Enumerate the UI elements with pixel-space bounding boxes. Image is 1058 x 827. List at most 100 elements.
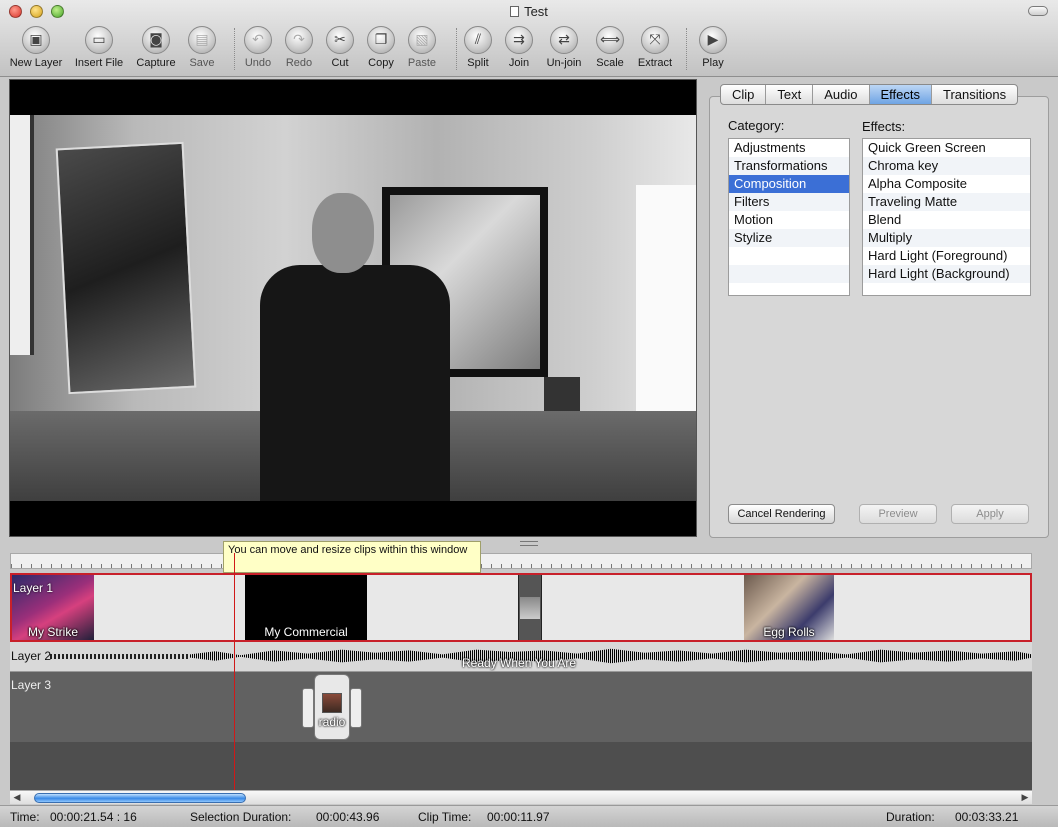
- video-frame: [10, 115, 696, 501]
- cancel-rendering-button[interactable]: Cancel Rendering: [728, 504, 835, 524]
- effects-label: Effects:: [862, 119, 906, 134]
- effect-item-chroma-key[interactable]: Chroma key: [863, 157, 1030, 175]
- layer-name: Layer 3: [11, 678, 52, 692]
- category-empty-row: [729, 265, 849, 283]
- effect-item-multiply[interactable]: Multiply: [863, 229, 1030, 247]
- scene-person-body: [260, 265, 450, 501]
- apply-button[interactable]: Apply: [951, 504, 1029, 524]
- scrollbar-thumb[interactable]: [34, 793, 246, 803]
- tooltip: You can move and resize clips within thi…: [223, 541, 481, 573]
- selection-duration-value: 00:00:43.96: [316, 810, 380, 824]
- clip-time-value: 00:00:11.97: [487, 810, 550, 824]
- clip-label: My Commercial: [264, 625, 348, 639]
- duration-label: Duration:: [886, 810, 935, 824]
- clip-label: Egg Rolls: [763, 625, 815, 639]
- effect-item-alpha-composite[interactable]: Alpha Composite: [863, 175, 1030, 193]
- category-item-stylize[interactable]: Stylize: [729, 229, 849, 247]
- insert-file-icon: ▭: [85, 26, 113, 54]
- time-value: 00:00:21.54 : 16: [50, 810, 137, 824]
- save-icon: ▤: [188, 26, 216, 54]
- timeline-horizontal-scrollbar[interactable]: ◀ ▶: [10, 790, 1032, 804]
- scene-poster: [55, 141, 197, 395]
- undo-icon: ↶: [244, 26, 272, 54]
- tab-text[interactable]: Text: [766, 85, 814, 104]
- window-title: Test: [524, 4, 548, 19]
- layer-name: Layer 1: [13, 581, 54, 595]
- category-item-adjustments[interactable]: Adjustments: [729, 139, 849, 157]
- clip-resize-handle-left[interactable]: [302, 688, 314, 728]
- clip-label: radio: [318, 715, 346, 729]
- clip-thumbnail: [520, 597, 540, 619]
- toolbar: ▣ New Layer ▭ Insert File ◙ Capture ▤ Sa…: [0, 24, 1058, 76]
- effect-item-hard-light-foreground[interactable]: Hard Light (Foreground): [863, 247, 1030, 265]
- paste-button[interactable]: ▧ Paste: [392, 26, 452, 69]
- window-title-bar: Test: [0, 4, 1058, 19]
- timeline-layer-3[interactable]: Layer 3 radio: [10, 672, 1032, 742]
- clip-time-label: Clip Time:: [418, 810, 472, 824]
- duration-value: 00:03:33.21: [955, 810, 1019, 824]
- redo-icon: ↷: [285, 26, 313, 54]
- extract-icon: ⤧: [641, 26, 669, 54]
- timeline-layer-1[interactable]: My Strike My Commercial Egg Rolls Layer …: [10, 573, 1032, 642]
- category-empty-row: [729, 247, 849, 265]
- effect-item-quick-green-screen[interactable]: Quick Green Screen: [863, 139, 1030, 157]
- join-icon: ⇉: [505, 26, 533, 54]
- audio-clip-label: Ready When You Are: [462, 656, 577, 670]
- tab-effects[interactable]: Effects: [869, 85, 933, 104]
- document-icon: [510, 6, 520, 17]
- scissors-icon: ✂: [326, 26, 354, 54]
- timeline-layer-2[interactable]: Ready When You Are Layer 2: [10, 642, 1032, 672]
- clip-my-commercial[interactable]: My Commercial: [245, 575, 367, 640]
- effect-item-hard-light-background[interactable]: Hard Light (Background): [863, 265, 1030, 283]
- category-item-filters[interactable]: Filters: [729, 193, 849, 211]
- clip-egg-rolls[interactable]: Egg Rolls: [744, 575, 834, 640]
- category-item-motion[interactable]: Motion: [729, 211, 849, 229]
- paste-icon: ▧: [408, 26, 436, 54]
- effect-item-blend[interactable]: Blend: [863, 211, 1030, 229]
- scroll-left-icon[interactable]: ◀: [10, 791, 24, 805]
- extract-button[interactable]: ⤧ Extract: [625, 26, 685, 69]
- clip-radio[interactable]: radio: [302, 674, 362, 740]
- scene-person-head: [312, 193, 374, 273]
- time-label: Time:: [10, 810, 40, 824]
- timeline-ruler[interactable]: [10, 553, 1032, 569]
- save-button[interactable]: ▤ Save: [172, 26, 232, 69]
- tab-clip[interactable]: Clip: [721, 85, 767, 104]
- camera-icon: ◙: [142, 26, 170, 54]
- status-bar: Time: 00:00:21.54 : 16 Selection Duratio…: [0, 805, 1058, 827]
- insert-file-button[interactable]: ▭ Insert File: [69, 26, 129, 69]
- clip-short[interactable]: [518, 575, 542, 640]
- preview-button[interactable]: Preview: [859, 504, 937, 524]
- category-label: Category:: [728, 118, 785, 133]
- clip-resize-handle-right[interactable]: [350, 688, 362, 728]
- inspector-tabs: Clip Text Audio Effects Transitions: [720, 84, 1019, 105]
- category-list[interactable]: Adjustments Transformations Composition …: [728, 138, 850, 296]
- video-preview[interactable]: [9, 79, 697, 537]
- timeline-empty-area[interactable]: [10, 742, 1032, 790]
- tab-transitions[interactable]: Transitions: [932, 85, 1017, 104]
- playhead[interactable]: [234, 553, 235, 790]
- audio-waveform-quiet: [50, 654, 190, 659]
- clip-body[interactable]: radio: [314, 674, 350, 740]
- tab-audio[interactable]: Audio: [813, 85, 870, 104]
- category-item-transformations[interactable]: Transformations: [729, 157, 849, 175]
- scene-picture-frame: [10, 115, 34, 355]
- play-button[interactable]: ▶ Play: [683, 26, 743, 69]
- scroll-right-icon[interactable]: ▶: [1018, 791, 1032, 805]
- new-layer-button[interactable]: ▣ New Layer: [6, 26, 66, 69]
- split-icon: ⫽: [464, 26, 492, 54]
- pane-splitter-handle[interactable]: [520, 541, 538, 546]
- category-item-composition[interactable]: Composition: [729, 175, 849, 193]
- window-toolbar-area: Test ▣ New Layer ▭ Insert File ◙ Capture…: [0, 0, 1058, 77]
- effects-list[interactable]: Quick Green Screen Chroma key Alpha Comp…: [862, 138, 1031, 296]
- clip-thumbnail: [322, 693, 342, 713]
- new-layer-icon: ▣: [22, 26, 50, 54]
- audio-waveform[interactable]: [190, 648, 1032, 664]
- toolbar-toggle-button[interactable]: [1028, 6, 1048, 16]
- copy-icon: ❐: [367, 26, 395, 54]
- clip-label: My Strike: [27, 625, 78, 639]
- scale-icon: ⟺: [596, 26, 624, 54]
- unjoin-icon: ⇄: [550, 26, 578, 54]
- selection-duration-label: Selection Duration:: [190, 810, 292, 824]
- effect-item-traveling-matte[interactable]: Traveling Matte: [863, 193, 1030, 211]
